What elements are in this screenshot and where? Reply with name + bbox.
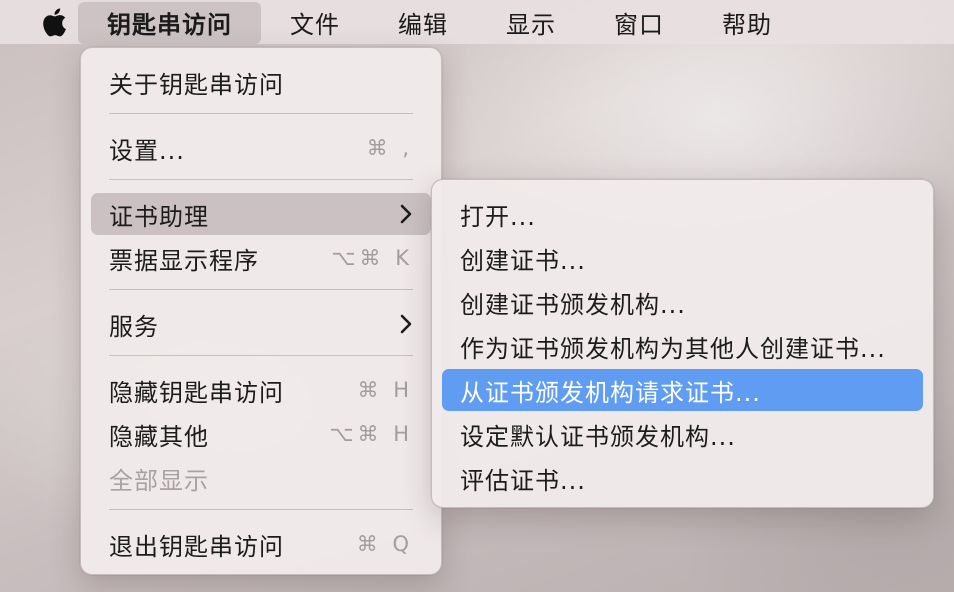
menu-item-shortcut: ⌥⌘ H (329, 422, 413, 446)
app-menu: 关于钥匙串访问 设置... ⌘ , 证书助理 票据显示程序 ⌥⌘ K 服务 隐藏… (80, 47, 442, 575)
menu-item-quit[interactable]: 退出钥匙串访问 ⌘ Q (91, 523, 431, 565)
menubar-item-help[interactable]: 帮助 (693, 0, 801, 44)
menu-separator (109, 289, 413, 290)
menubar-item-view[interactable]: 显示 (477, 0, 585, 44)
menu-item-certificate-assistant[interactable]: 证书助理 (91, 193, 431, 235)
menu-item-hide-others[interactable]: 隐藏其他 ⌥⌘ H (91, 413, 431, 455)
menu-item-label: 设置... (109, 136, 185, 165)
menu-item-label: 全部显示 (109, 466, 209, 495)
menu-separator (109, 179, 413, 180)
menu-item-label: 退出钥匙串访问 (109, 532, 284, 561)
submenu-item-request-from-ca[interactable]: 从证书颁发机构请求证书... (442, 369, 923, 411)
menu-item-label: 票据显示程序 (109, 246, 259, 275)
menu-item-shortcut: ⌥⌘ K (331, 246, 413, 270)
menu-separator (109, 509, 413, 510)
menu-item-about[interactable]: 关于钥匙串访问 (91, 61, 431, 103)
menu-item-label: 隐藏钥匙串访问 (109, 378, 284, 407)
menu-item-label: 评估证书... (460, 466, 586, 495)
certificate-assistant-submenu: 打开... 创建证书... 创建证书颁发机构... 作为证书颁发机构为其他人创建… (431, 179, 934, 508)
menu-item-label: 设定默认证书颁发机构... (460, 422, 736, 451)
menu-item-services[interactable]: 服务 (91, 303, 431, 345)
submenu-item-create-cert-for-others[interactable]: 作为证书颁发机构为其他人创建证书... (442, 325, 923, 367)
menu-item-label: 创建证书颁发机构... (460, 290, 686, 319)
menu-item-shortcut: ⌘ , (366, 136, 413, 160)
submenu-item-create-ca[interactable]: 创建证书颁发机构... (442, 281, 923, 323)
menu-separator (109, 113, 413, 114)
submenu-item-set-default-ca[interactable]: 设定默认证书颁发机构... (442, 413, 923, 455)
menubar-item-edit[interactable]: 编辑 (369, 0, 477, 44)
submenu-item-evaluate-certificate[interactable]: 评估证书... (442, 457, 923, 499)
submenu-item-open[interactable]: 打开... (442, 193, 923, 235)
menu-item-show-all: 全部显示 (91, 457, 431, 499)
menubar-item-window[interactable]: 窗口 (585, 0, 693, 44)
chevron-right-icon (399, 203, 413, 225)
menu-item-label: 服务 (109, 312, 159, 341)
menu-item-ticket-viewer[interactable]: 票据显示程序 ⌥⌘ K (91, 237, 431, 279)
menu-item-shortcut: ⌘ Q (356, 532, 413, 556)
menu-item-label: 证书助理 (109, 202, 209, 231)
menu-item-shortcut: ⌘ H (357, 378, 413, 402)
menu-item-label: 作为证书颁发机构为其他人创建证书... (460, 334, 886, 363)
apple-logo-icon[interactable] (40, 7, 68, 37)
menu-item-label: 创建证书... (460, 246, 586, 275)
submenu-item-create-certificate[interactable]: 创建证书... (442, 237, 923, 279)
menu-separator (109, 355, 413, 356)
menu-item-label: 从证书颁发机构请求证书... (460, 378, 761, 407)
chevron-right-icon (399, 313, 413, 335)
menu-item-hide-keychain-access[interactable]: 隐藏钥匙串访问 ⌘ H (91, 369, 431, 411)
menu-item-label: 关于钥匙串访问 (109, 70, 284, 99)
menu-bar: 钥匙串访问 文件 编辑 显示 窗口 帮助 (0, 0, 954, 44)
menubar-item-file[interactable]: 文件 (261, 0, 369, 44)
menu-item-label: 打开... (460, 202, 536, 231)
menu-item-settings[interactable]: 设置... ⌘ , (91, 127, 431, 169)
menu-item-label: 隐藏其他 (109, 422, 209, 451)
menubar-item-keychain-access[interactable]: 钥匙串访问 (78, 1, 261, 44)
